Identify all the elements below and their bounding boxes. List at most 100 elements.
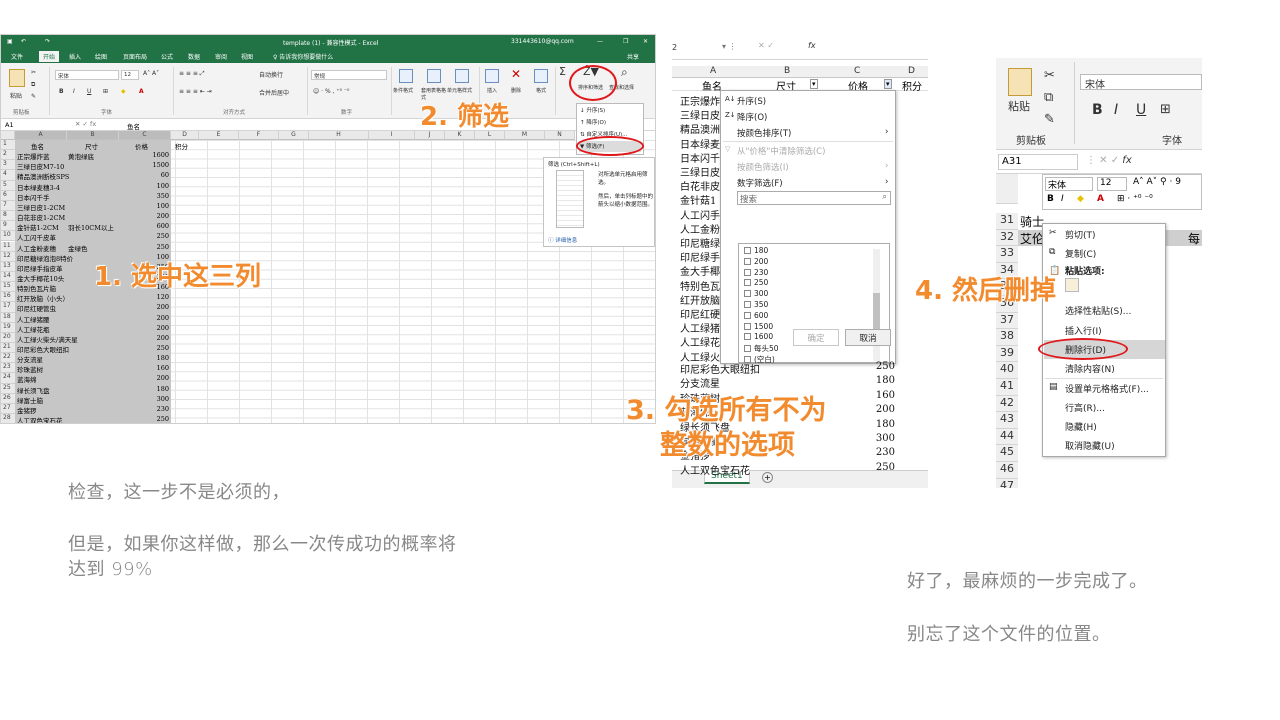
row-header[interactable]: 25: [1, 383, 15, 394]
format-cells-icon[interactable]: [534, 69, 548, 83]
tab-file[interactable]: 文件: [11, 52, 23, 61]
row-header[interactable]: 1: [1, 140, 15, 151]
table-cell[interactable]: 600: [109, 222, 169, 230]
tab-review[interactable]: 审阅: [215, 52, 227, 61]
table-cell[interactable]: 180: [109, 385, 169, 393]
col-header-g[interactable]: G: [279, 131, 309, 140]
col-header-h[interactable]: H: [309, 131, 369, 140]
table-cell[interactable]: 250: [109, 232, 169, 240]
row-header[interactable]: 39: [996, 345, 1018, 363]
table-format-icon[interactable]: [427, 69, 441, 83]
filter-value-checkbox[interactable]: 1600: [744, 332, 773, 341]
table-cell[interactable]: 230: [847, 447, 895, 458]
table-cell[interactable]: 印尼绿手: [680, 249, 720, 264]
row-header[interactable]: 5: [1, 180, 15, 191]
table-cell[interactable]: 人工金粉: [680, 221, 720, 236]
row-header[interactable]: 21: [1, 343, 15, 354]
cell-style-icon[interactable]: [455, 69, 469, 83]
table-cell[interactable]: 红开放脑（小头）: [17, 293, 69, 303]
row-header[interactable]: 10: [1, 231, 15, 242]
row-height-item[interactable]: 行高(R)...: [1065, 401, 1105, 414]
table-cell[interactable]: 180: [847, 375, 895, 386]
table-cell[interactable]: 印尼绿手指皮革: [17, 263, 63, 273]
restore-icon[interactable]: ❐: [623, 38, 628, 45]
col-header-b[interactable]: B: [784, 66, 790, 76]
tab-insert[interactable]: 插入: [69, 52, 81, 61]
italic-icon[interactable]: I: [73, 88, 75, 95]
mini-bold-icon[interactable]: B: [1047, 194, 1054, 204]
cancel-button[interactable]: 取消: [845, 329, 891, 346]
table-cell[interactable]: 200: [109, 303, 169, 311]
filter-value-checkbox[interactable]: 600: [744, 311, 768, 320]
table-cell[interactable]: 三绿日皮M7-10: [17, 161, 64, 171]
tab-page-layout[interactable]: 页面布局: [123, 52, 147, 61]
row-header[interactable]: 2: [1, 150, 15, 161]
table-cell[interactable]: 印尼彩色大眼纽扣: [17, 344, 69, 354]
mini-italic-icon[interactable]: I: [1061, 194, 1064, 204]
table-cell[interactable]: 200: [847, 404, 895, 415]
table-cell[interactable]: 300: [109, 395, 169, 403]
header-cell[interactable]: 鱼名: [31, 141, 44, 151]
table-cell[interactable]: 金猪猡: [17, 405, 37, 415]
table-cell[interactable]: 250: [847, 361, 895, 372]
table-cell[interactable]: 精品澳洲断枝SPS: [17, 171, 69, 181]
share-button[interactable]: 共享: [627, 52, 639, 61]
row-header[interactable]: 43: [996, 412, 1018, 429]
row-header[interactable]: 31: [996, 213, 1018, 230]
fill-color-icon[interactable]: ◆: [121, 88, 126, 95]
filter-arrow-a-icon[interactable]: ▾: [810, 79, 818, 89]
row-header[interactable]: 17: [1, 302, 15, 313]
row-header[interactable]: 38: [996, 329, 1018, 346]
table-cell[interactable]: 印尼红硬管虫: [17, 303, 56, 313]
col-header-d[interactable]: D: [171, 131, 199, 140]
table-cell[interactable]: 180: [847, 419, 895, 430]
wrap-text-button[interactable]: 自动换行: [259, 70, 283, 79]
table-cell[interactable]: 200: [109, 374, 169, 382]
clear-filter-item[interactable]: ▽ 从"价格"中清除筛选(C): [725, 145, 825, 157]
cell-a31[interactable]: 骑士: [1020, 213, 1044, 230]
copy-item[interactable]: 复制(C): [1065, 247, 1096, 260]
percent-icon[interactable]: ☺ · % , ⁺⁰ ⁻⁰: [313, 88, 349, 95]
cut-icon[interactable]: ✂: [31, 69, 36, 76]
tab-view[interactable]: 视图: [241, 52, 253, 61]
mini-font-color-icon[interactable]: A: [1097, 194, 1104, 204]
table-cell[interactable]: 金绿色: [68, 243, 88, 253]
cut-icon[interactable]: ✂: [1044, 68, 1055, 83]
row-header[interactable]: 37: [996, 312, 1018, 330]
header-cell[interactable]: 价格: [135, 141, 148, 151]
table-cell[interactable]: 日本闪千: [680, 150, 720, 165]
paste-icon[interactable]: [9, 69, 25, 87]
autosum-icon[interactable]: Σ: [559, 65, 566, 78]
mini-border-icon[interactable]: ⊞ · ⁺⁰ ⁻⁰: [1117, 194, 1153, 204]
table-cell[interactable]: 三绿日皮: [680, 107, 720, 122]
col-header-c[interactable]: C: [119, 131, 171, 140]
table-cell[interactable]: 300: [847, 433, 895, 444]
table-cell[interactable]: 人工绿猪腰: [17, 314, 50, 324]
redo-icon[interactable]: ↷: [45, 38, 50, 45]
name-box[interactable]: A1: [5, 121, 14, 129]
filter-value-checkbox[interactable]: 300: [744, 289, 768, 298]
table-cell[interactable]: 白花非皮: [680, 178, 720, 193]
row-header[interactable]: 46: [996, 462, 1018, 479]
row-header[interactable]: 7: [1, 200, 15, 212]
table-cell[interactable]: 精品澳洲: [680, 121, 720, 136]
save-icon[interactable]: ▣: [7, 38, 13, 45]
table-cell[interactable]: 120: [109, 293, 169, 301]
row-header[interactable]: 26: [1, 393, 15, 404]
table-cell[interactable]: 200: [109, 314, 169, 322]
table-cell[interactable]: 1500: [109, 161, 169, 169]
more-info-link[interactable]: ⓘ 详细信息: [548, 236, 577, 244]
table-cell[interactable]: 日本闪千手: [17, 192, 50, 202]
italic-icon[interactable]: I: [1114, 102, 1118, 118]
row-header[interactable]: 13: [1, 261, 15, 272]
name-box-dropdown-icon[interactable]: ▾ ⋮: [722, 42, 737, 51]
table-cell[interactable]: 180: [109, 354, 169, 362]
table-cell[interactable]: 人工绿猪: [680, 320, 720, 335]
table-cell[interactable]: 白花非皮1-2CM: [17, 212, 65, 222]
header-cell[interactable]: 积分: [175, 141, 188, 151]
table-cell[interactable]: 特别色瓦: [680, 278, 720, 293]
paste-option-icon[interactable]: [1065, 278, 1079, 292]
underline-icon[interactable]: U: [1136, 102, 1146, 118]
row-header[interactable]: 14: [1, 271, 15, 283]
account-label[interactable]: 331443610@qq.com: [511, 38, 574, 45]
